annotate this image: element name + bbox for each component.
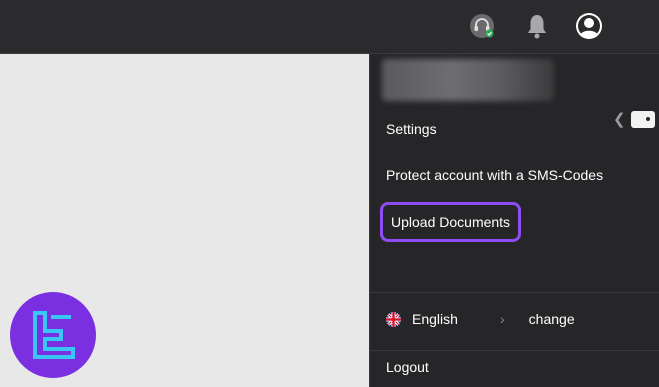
- language-row: English › change: [386, 311, 575, 327]
- account-dropdown-menu: ❮ Settings Protect account with a SMS-Co…: [369, 54, 659, 387]
- menu-item-upload-documents[interactable]: Upload Documents: [380, 202, 522, 242]
- wallet-icon: [630, 111, 655, 128]
- chevron-right-icon: ›: [500, 311, 505, 327]
- current-language: English: [412, 311, 458, 327]
- brand-logo: [10, 292, 96, 378]
- support-headset-icon[interactable]: [468, 12, 496, 40]
- top-bar: [0, 0, 659, 54]
- uk-flag-icon: [386, 311, 401, 327]
- notification-bell-icon[interactable]: [523, 12, 551, 40]
- logout-button[interactable]: Logout: [386, 359, 429, 375]
- menu-item-settings[interactable]: Settings: [386, 121, 437, 137]
- divider: [370, 350, 659, 351]
- blurred-account-name: [382, 59, 554, 101]
- user-profile-icon[interactable]: [575, 12, 603, 40]
- chevron-left-icon: ❮: [613, 111, 626, 128]
- menu-item-sms-protection[interactable]: Protect account with a SMS-Codes: [386, 167, 603, 183]
- collapse-wallet-button[interactable]: ❮: [613, 111, 655, 128]
- divider: [370, 292, 659, 293]
- change-language-link[interactable]: change: [529, 311, 575, 327]
